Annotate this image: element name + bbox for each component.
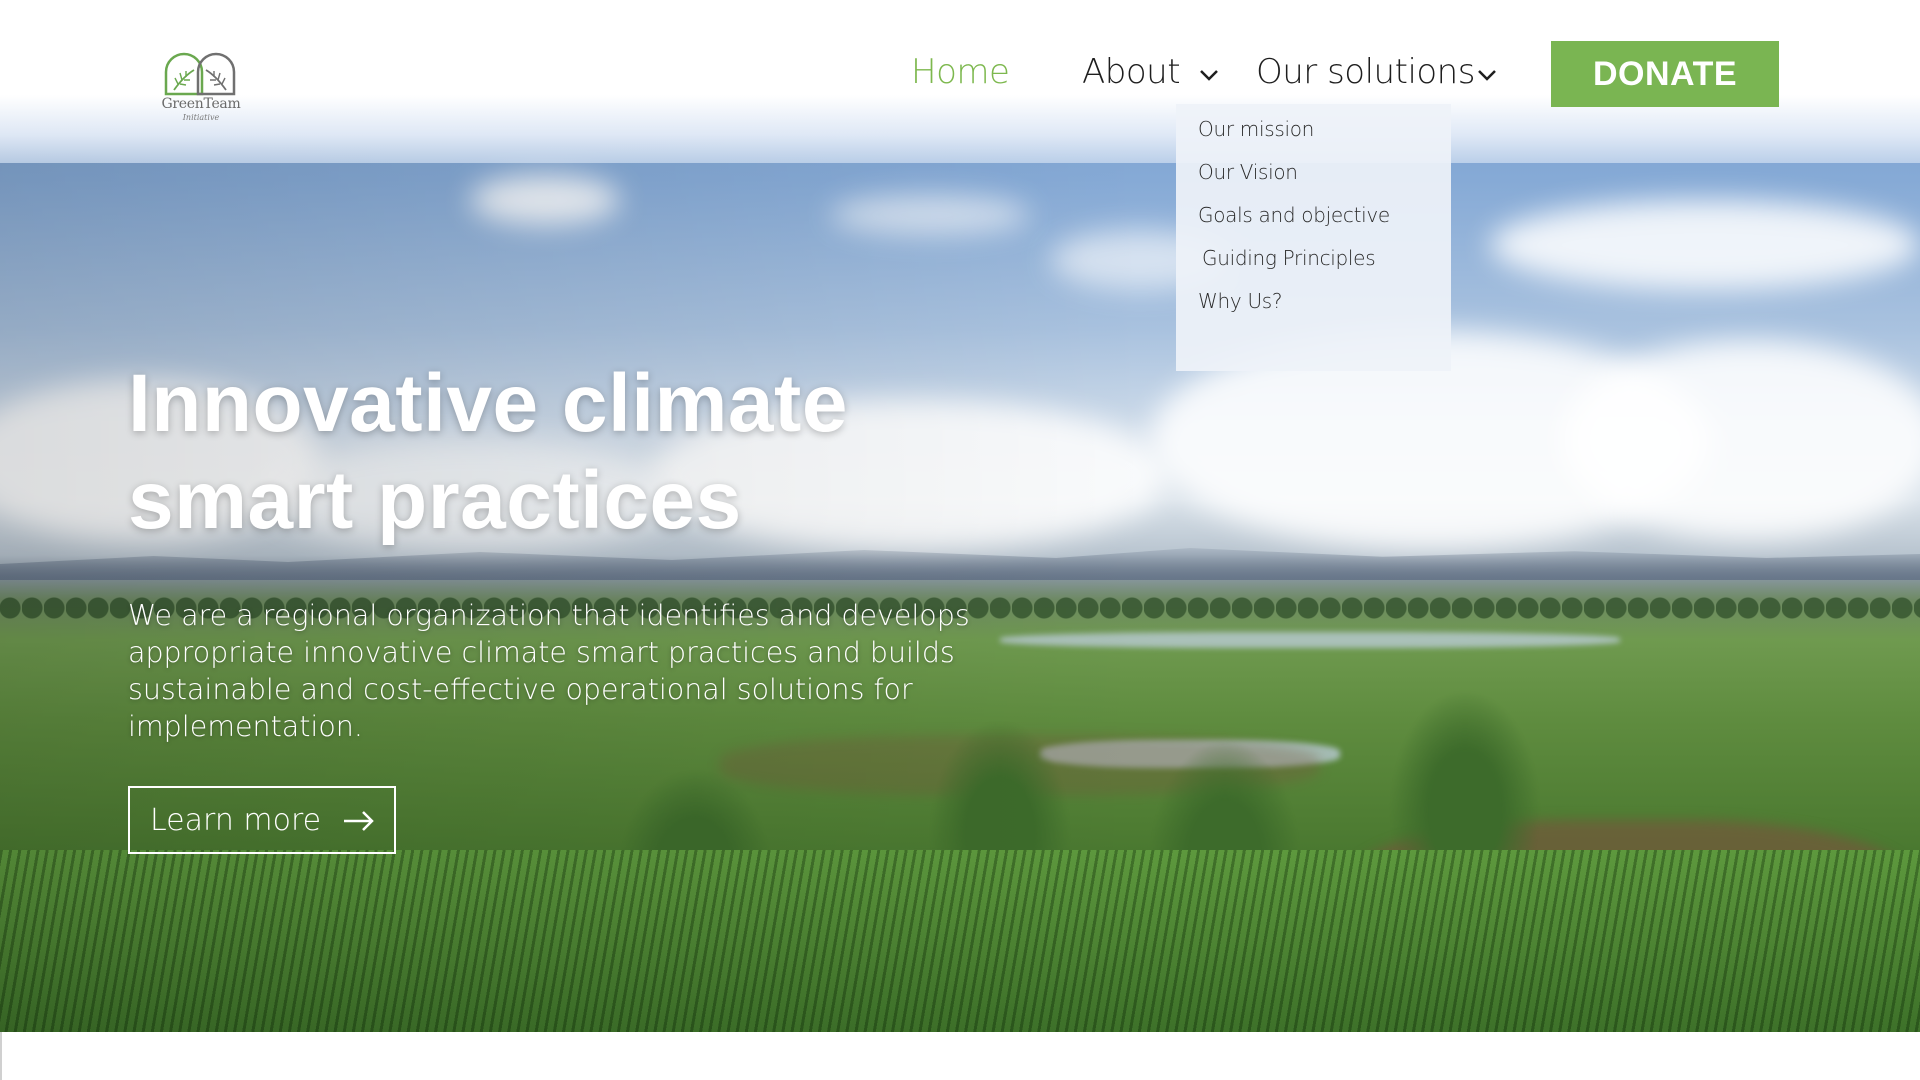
- page-bottom-strip: [0, 1032, 1920, 1080]
- brand-name: GreenTeam: [161, 96, 241, 112]
- dropdown-item-our-vision[interactable]: Our Vision: [1198, 160, 1298, 184]
- dropdown-item-our-mission[interactable]: Our mission: [1198, 117, 1314, 141]
- hero-headline-line-2: smart practices: [128, 455, 742, 546]
- learn-more-label: Learn more: [150, 802, 322, 838]
- nav-about[interactable]: About: [1082, 52, 1181, 92]
- dropdown-item-guiding-principles[interactable]: Guiding Principles: [1202, 246, 1376, 270]
- dropdown-item-goals-and-objective[interactable]: Goals and objective: [1198, 203, 1390, 227]
- dropdown-item-why-us[interactable]: Why Us?: [1198, 289, 1283, 313]
- about-dropdown-menu: Our mission Our Vision Goals and objecti…: [1176, 104, 1451, 371]
- learn-more-button[interactable]: Learn more: [128, 786, 396, 854]
- logo[interactable]: GreenTeam Initiative: [158, 50, 244, 126]
- site-header: GreenTeam Initiative Home About Our solu…: [0, 0, 1920, 163]
- chevron-down-icon[interactable]: [1198, 68, 1220, 82]
- chevron-down-icon[interactable]: [1476, 68, 1498, 82]
- leaf-logo-icon: [164, 52, 236, 96]
- hero-headline-line-1: Innovative climate: [128, 358, 848, 449]
- hero-description: We are a regional organization that iden…: [128, 599, 970, 743]
- donate-button[interactable]: DONATE: [1551, 41, 1779, 107]
- brand-tagline: Initiative: [182, 113, 220, 122]
- hero-headline: Innovative climate smart practices: [128, 355, 1028, 549]
- arrow-right-icon: [344, 811, 374, 831]
- nav-our-solutions[interactable]: Our solutions: [1256, 52, 1475, 92]
- nav-home[interactable]: Home: [911, 52, 1010, 92]
